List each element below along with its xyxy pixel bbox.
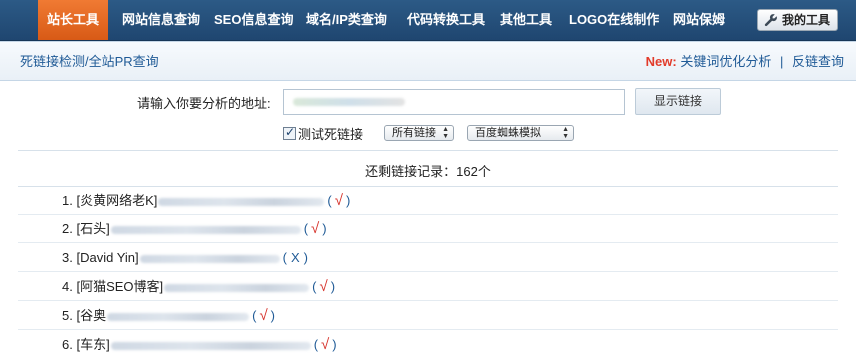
redacted-url [110, 225, 301, 234]
spider-value: 百度蜘蛛模拟 [475, 127, 541, 139]
spider-select[interactable]: 百度蜘蛛模拟 ▲ ▼ [467, 125, 574, 141]
redacted-url [139, 254, 280, 263]
status-paren: ( [282, 250, 287, 265]
status-ok-icon: √ [259, 307, 268, 324]
nav-item-site-nanny[interactable]: 网站保姆 [673, 0, 725, 40]
link-type-select[interactable]: 所有链接 ▲ ▼ [384, 125, 454, 141]
result-row: 1. [炎黄网络老K] (√) [62, 189, 350, 213]
nav-item-webmaster-tools[interactable]: 站长工具 [38, 0, 108, 40]
url-label: 请输入你要分析的地址: [137, 96, 271, 111]
redacted-url [107, 312, 250, 321]
link-type-value: 所有链接 [392, 127, 436, 139]
result-row: 4. [阿猫SEO博客] (√) [62, 275, 335, 299]
status-paren: ( [313, 337, 319, 352]
status-ok-icon: √ [321, 336, 330, 353]
result-row: 5. [谷奥 (√) [62, 304, 275, 328]
dead-link-check-title[interactable]: 死链接检测/全站PR查询 [20, 42, 159, 82]
remaining-links-count: 还剩链接记录：162个 [365, 164, 491, 179]
result-row: 6. [车东] (√) [62, 333, 337, 357]
result-number: 1. [62, 193, 73, 208]
status-paren: ( [303, 221, 309, 236]
row-divider [18, 214, 838, 215]
backlink-query-link[interactable]: 反链查询 [792, 54, 844, 69]
result-row: 3. [David Yin] (X) [62, 246, 308, 270]
status-paren: ) [345, 193, 351, 208]
redacted-url [164, 283, 310, 292]
result-number: 5. [62, 308, 73, 323]
check-icon: ✓ [285, 125, 296, 139]
new-badge: New: [645, 54, 677, 69]
show-links-button[interactable]: 显示链接 [635, 88, 721, 115]
result-row: 2. [石头] (√) [62, 217, 327, 241]
top-nav: 站长工具 网站信息查询 SEO信息查询 域名/IP类查询 代码转换工具 其他工具… [0, 0, 856, 41]
test-dead-links-option[interactable]: ✓ 测试死链接 [283, 124, 363, 144]
status-paren: ) [322, 221, 327, 236]
redacted-url [158, 197, 325, 206]
test-dead-links-checkbox[interactable]: ✓ [283, 125, 296, 140]
nav-item-code-convert[interactable]: 代码转换工具 [407, 0, 485, 40]
redacted-url [110, 341, 311, 350]
my-tools-button[interactable]: 我的工具 [757, 9, 838, 31]
result-name: [David Yin] [76, 250, 139, 265]
status-paren: ( [312, 279, 317, 294]
status-paren: ( [252, 308, 257, 323]
result-name: [谷奥 [76, 308, 107, 323]
keyword-analysis-link[interactable]: 关键词优化分析 [680, 54, 771, 69]
select-arrows-icon: ▲ ▼ [562, 126, 569, 140]
result-name: [阿猫SEO博客] [76, 279, 164, 294]
status-ok-icon: √ [334, 192, 343, 209]
nav-item-seo-info[interactable]: SEO信息查询 [214, 0, 293, 40]
url-redacted [293, 98, 405, 106]
test-dead-links-label: 测试死链接 [298, 127, 364, 142]
nav-item-site-info[interactable]: 网站信息查询 [122, 0, 200, 40]
status-fail-icon: X [290, 250, 300, 265]
sub-header-links: New: 关键词优化分析 | 反链查询 [646, 42, 844, 82]
wrench-icon [764, 14, 777, 27]
sub-header: 死链接检测/全站PR查询 New: 关键词优化分析 | 反链查询 [0, 41, 856, 81]
row-divider [18, 300, 838, 301]
divider [18, 150, 838, 151]
result-name: [炎黄网络老K] [76, 193, 158, 208]
row-divider [18, 242, 838, 243]
status-ok-icon: √ [311, 220, 320, 237]
status-paren: ) [303, 250, 308, 265]
result-number: 6. [62, 337, 73, 352]
status-paren: ( [327, 193, 332, 208]
select-arrows-icon: ▲ ▼ [442, 126, 449, 140]
row-divider [18, 271, 838, 272]
nav-item-domain-ip[interactable]: 域名/IP类查询 [306, 0, 387, 40]
result-name: [车东] [76, 337, 110, 352]
my-tools-label: 我的工具 [782, 13, 831, 27]
row-divider [18, 329, 838, 330]
link-separator: | [779, 54, 784, 69]
status-paren: ) [330, 279, 336, 294]
result-number: 2. [62, 221, 73, 236]
status-paren: ) [332, 337, 337, 352]
status-paren: ) [270, 308, 276, 323]
divider [18, 186, 838, 187]
result-number: 4. [62, 279, 73, 294]
result-number: 3. [62, 250, 73, 265]
result-name: [石头] [76, 221, 110, 236]
nav-item-logo-maker[interactable]: LOGO在线制作 [569, 0, 659, 40]
nav-item-other-tools[interactable]: 其他工具 [500, 0, 552, 40]
status-ok-icon: √ [319, 278, 328, 295]
